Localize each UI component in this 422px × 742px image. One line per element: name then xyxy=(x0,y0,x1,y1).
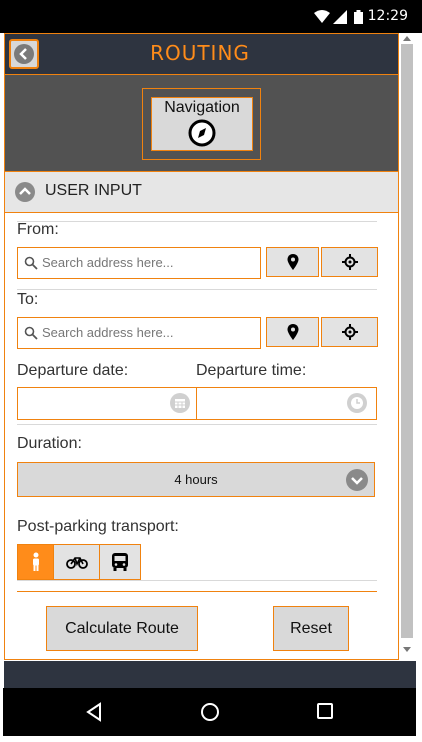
bus-icon xyxy=(112,553,128,571)
android-nav-bar xyxy=(3,688,416,736)
crosshair-icon xyxy=(341,324,358,340)
page-title: ROUTING xyxy=(150,41,250,65)
divider xyxy=(17,424,377,425)
back-arrow-icon xyxy=(14,44,34,64)
navigation-label: Navigation xyxy=(164,99,240,116)
walking-person-icon xyxy=(32,552,39,571)
divider xyxy=(17,591,377,592)
reset-button[interactable]: Reset xyxy=(273,606,349,651)
divider xyxy=(17,580,377,581)
to-locate-button[interactable] xyxy=(321,317,378,347)
from-label: From: xyxy=(17,221,59,238)
collapse-chevron-icon xyxy=(15,182,35,202)
transport-label: Post-parking transport: xyxy=(17,518,179,535)
departure-time-input[interactable] xyxy=(196,387,377,420)
status-bar: 12:29 xyxy=(0,0,422,33)
from-input[interactable]: Search address here... xyxy=(17,247,261,279)
clock: 12:29 xyxy=(367,8,408,24)
scrollbar-thumb[interactable] xyxy=(401,44,413,638)
transport-bus-button[interactable] xyxy=(99,544,141,580)
wifi-icon xyxy=(314,10,330,23)
calendar-icon xyxy=(170,393,190,413)
departure-date-input[interactable] xyxy=(17,387,198,420)
bicycle-icon xyxy=(65,557,88,569)
departure-date-label: Departure date: xyxy=(17,362,129,379)
app-footer xyxy=(4,661,416,688)
from-locate-button[interactable] xyxy=(321,247,378,277)
navigation-button[interactable]: Navigation xyxy=(151,97,253,151)
transport-walk-button[interactable] xyxy=(17,544,54,580)
from-placeholder: Search address here... xyxy=(42,255,174,270)
chevron-down-icon xyxy=(346,469,368,491)
divider xyxy=(17,221,377,222)
calculate-route-button[interactable]: Calculate Route xyxy=(46,606,198,651)
duration-select[interactable]: 4 hours xyxy=(17,462,375,497)
to-input[interactable]: Search address here... xyxy=(17,317,261,349)
section-title: USER INPUT xyxy=(45,182,142,199)
home-circle-icon[interactable] xyxy=(200,702,220,722)
back-triangle-icon[interactable] xyxy=(85,702,103,722)
transport-bicycle-button[interactable] xyxy=(53,544,100,580)
scroll-up-arrow-icon[interactable] xyxy=(403,36,411,41)
from-map-pin-button[interactable] xyxy=(266,247,319,277)
compass-icon xyxy=(188,119,216,147)
to-placeholder: Search address here... xyxy=(42,325,174,340)
crosshair-icon xyxy=(341,254,358,270)
to-label: To: xyxy=(17,291,39,308)
search-icon xyxy=(24,326,38,340)
map-pin-icon xyxy=(287,324,298,340)
scroll-down-arrow-icon[interactable] xyxy=(403,647,411,652)
departure-time-label: Departure time: xyxy=(196,362,307,379)
to-map-pin-button[interactable] xyxy=(266,317,319,347)
divider xyxy=(17,289,377,290)
duration-value: 4 hours xyxy=(174,472,218,487)
map-pin-icon xyxy=(287,254,298,270)
back-button[interactable] xyxy=(9,39,39,69)
battery-icon xyxy=(354,10,363,24)
cell-signal-icon xyxy=(333,10,347,24)
recents-square-icon[interactable] xyxy=(316,702,334,720)
duration-label: Duration: xyxy=(17,435,82,452)
search-icon xyxy=(24,256,38,270)
clock-icon xyxy=(347,393,367,413)
